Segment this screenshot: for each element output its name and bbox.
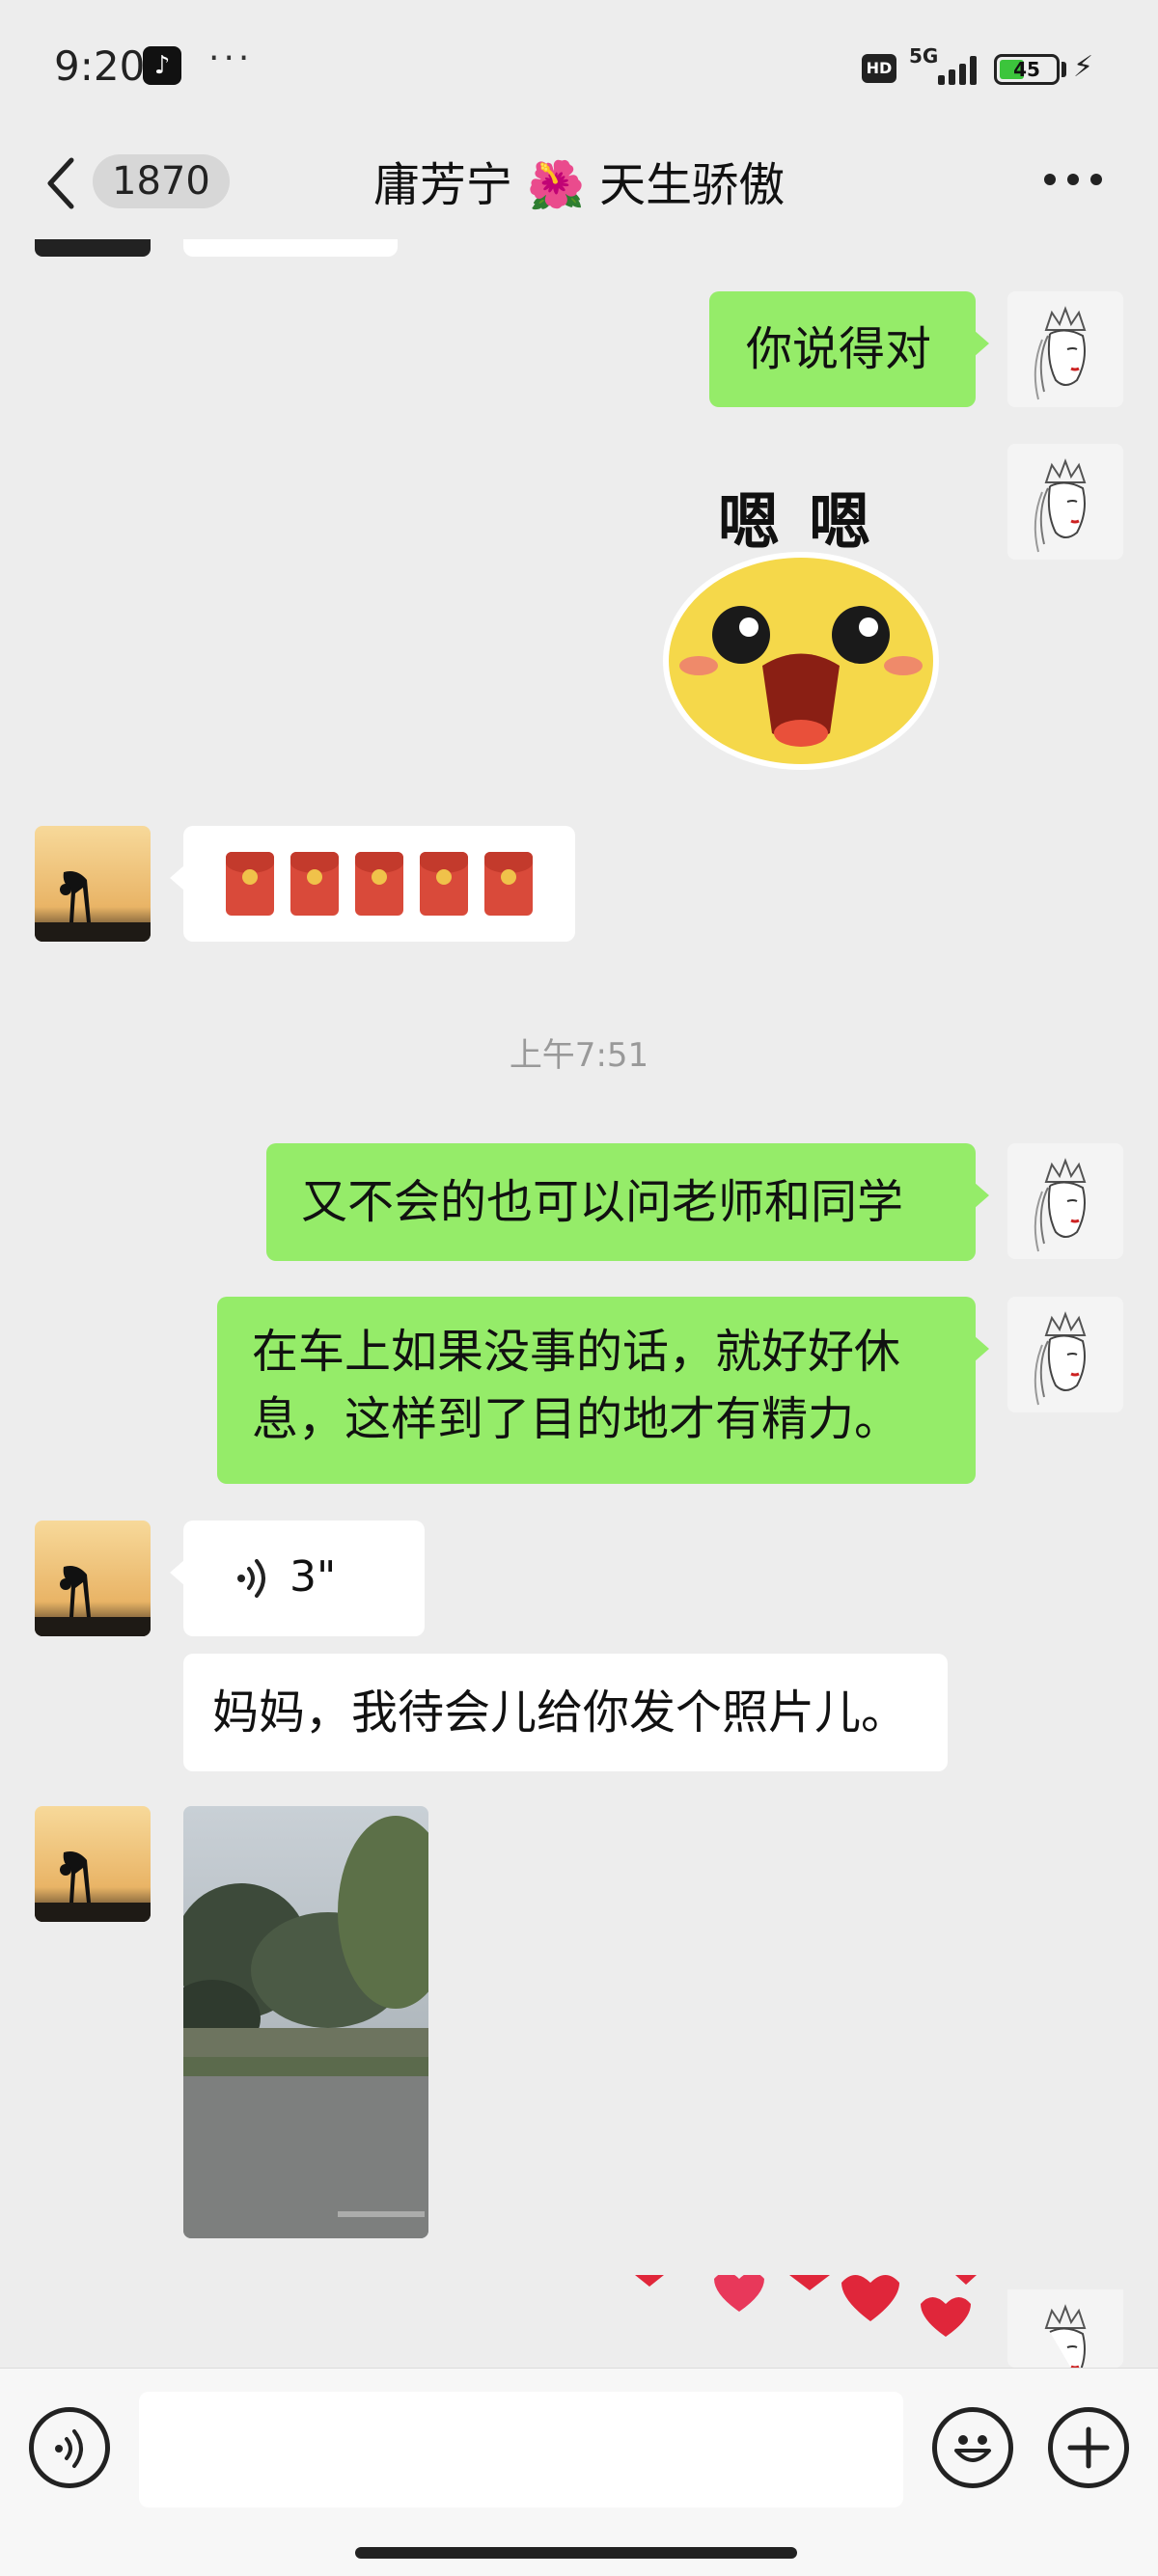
my-avatar[interactable]: [1007, 444, 1123, 560]
sunset-silhouette-icon: [35, 1806, 151, 1922]
red-packet-emoji: [290, 852, 339, 916]
message-bubble[interactable]: 在车上如果没事的话，就好好休 息，这样到了目的地才有精力。: [217, 1297, 989, 1484]
smiley-icon: [954, 2435, 991, 2462]
more-options-icon[interactable]: [1044, 174, 1102, 187]
timestamp: 上午7:51: [509, 1036, 649, 1075]
red-packet-emoji: [420, 852, 468, 916]
input-bar: [0, 2368, 1158, 2576]
message-text-line: 在车上如果没事的话，就好好休: [252, 1325, 901, 1379]
hearts-sticker[interactable]: [627, 2275, 984, 2368]
photo-message[interactable]: [183, 1806, 428, 2238]
sticker-text: 嗯 嗯: [718, 487, 875, 559]
message-text-line: 息，这样到了目的地才有精力。: [252, 1392, 901, 1446]
message-bubble[interactable]: 妈妈，我待会儿给你发个照片儿。: [183, 1654, 948, 1771]
my-avatar[interactable]: [1007, 1297, 1123, 1412]
previous-bubble-fragment: [183, 239, 398, 257]
signal-strength-icon: [930, 52, 980, 85]
battery-tip: [1062, 62, 1066, 77]
more-notifications-icon: ···: [208, 39, 254, 78]
red-packet-emoji: [355, 852, 403, 916]
queen-portrait-icon: [1007, 1297, 1123, 1412]
hearts-sticker-icon: [635, 2275, 977, 2337]
contact-avatar[interactable]: [35, 1521, 151, 1636]
emoji-button[interactable]: [932, 2407, 1013, 2488]
previous-avatar-fragment: [35, 239, 151, 257]
queen-portrait-icon: [1007, 444, 1123, 560]
home-indicator[interactable]: [355, 2547, 797, 2559]
battery-icon: 45: [994, 54, 1060, 85]
chat-title: 庸芳宁 🌺 天生骄傲: [372, 158, 786, 212]
message-text: 妈妈，我待会儿给你发个照片儿。: [212, 1685, 908, 1740]
status-time: 9:20: [54, 42, 146, 90]
contact-avatar[interactable]: [35, 826, 151, 942]
queen-portrait-icon: [1007, 291, 1123, 407]
voice-duration: 3": [290, 1552, 337, 1602]
happy-face-sticker-icon: [663, 552, 939, 770]
status-bar: 9:20 ♪ ··· HD 5G 45 ⚡: [0, 0, 1158, 135]
back-arrow-icon[interactable]: [42, 154, 81, 212]
voice-wave-icon: [237, 1559, 265, 1598]
my-avatar[interactable]: [1007, 2277, 1123, 2368]
my-avatar[interactable]: [1007, 1143, 1123, 1259]
my-avatar[interactable]: [1007, 291, 1123, 407]
message-text: 你说得对: [746, 322, 932, 376]
charging-bolt-icon: ⚡: [1073, 50, 1094, 84]
unread-count-badge[interactable]: 1870: [93, 154, 230, 208]
tiktok-notification-icon: ♪: [143, 46, 181, 85]
red-packet-emoji-message[interactable]: [170, 826, 575, 942]
battery-level: 45: [1013, 58, 1040, 81]
red-packet-emoji: [226, 852, 274, 916]
message-bubble[interactable]: 又不会的也可以问老师和同学: [266, 1143, 989, 1261]
message-text: 又不会的也可以问老师和同学: [301, 1175, 904, 1229]
message-bubble[interactable]: 你说得对: [709, 291, 989, 407]
queen-portrait-icon: [1007, 1143, 1123, 1259]
emoji-sticker[interactable]: 嗯 嗯: [656, 453, 965, 781]
voice-message[interactable]: 3": [170, 1521, 425, 1636]
plus-icon: [1067, 2426, 1110, 2469]
voice-input-button[interactable]: [29, 2407, 110, 2488]
add-more-button[interactable]: [1048, 2407, 1129, 2488]
hd-badge: HD: [862, 54, 896, 83]
queen-portrait-icon: [1007, 2289, 1123, 2368]
contact-avatar[interactable]: [35, 1806, 151, 1922]
voice-icon: [55, 2429, 83, 2468]
sunset-silhouette-icon: [35, 826, 151, 942]
red-packet-emoji: [484, 852, 533, 916]
sunset-silhouette-icon: [35, 1521, 151, 1636]
trees-photo-image: [183, 1806, 428, 2238]
message-input[interactable]: [139, 2392, 903, 2507]
